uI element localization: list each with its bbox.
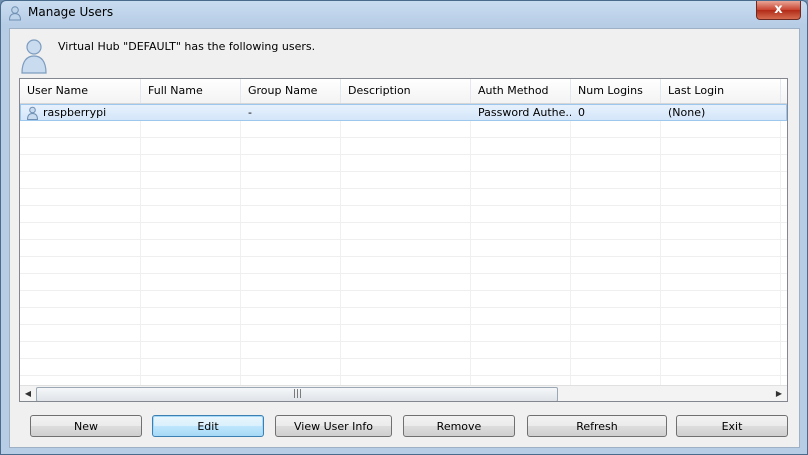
scroll-left-arrow-icon[interactable]: ◀ (20, 387, 36, 401)
header-message: Virtual Hub "DEFAULT" has the following … (58, 40, 316, 53)
list-item (20, 342, 787, 359)
title-bar[interactable]: Manage Users x (1, 1, 807, 25)
list-item (20, 189, 787, 206)
list-item (20, 274, 787, 291)
close-icon: x (774, 2, 783, 17)
cell-group-name: - (248, 106, 252, 119)
column-header-num-logins[interactable]: Num Logins (571, 79, 661, 103)
users-icon (21, 39, 47, 74)
list-item (20, 291, 787, 308)
users-list-view[interactable]: User Name Full Name Group Name Descripti… (19, 78, 788, 402)
list-item (20, 121, 787, 138)
refresh-button[interactable]: Refresh (527, 415, 667, 437)
list-header: User Name Full Name Group Name Descripti… (20, 79, 787, 104)
new-button[interactable]: New (30, 415, 142, 437)
column-header-user-name[interactable]: User Name (20, 79, 141, 103)
list-item (20, 359, 787, 376)
column-header-description[interactable]: Description (341, 79, 471, 103)
column-header-full-name[interactable]: Full Name (141, 79, 241, 103)
list-item (20, 172, 787, 189)
view-user-info-button[interactable]: View User Info (275, 415, 392, 437)
remove-button[interactable]: Remove (403, 415, 515, 437)
manage-users-window: Manage Users x Virtual Hub "DEFAULT" has… (0, 0, 808, 455)
list-rows: raspberrypi - Password Authe... 0 (None) (20, 104, 787, 386)
list-item (20, 155, 787, 172)
dialog-client-area: Virtual Hub "DEFAULT" has the following … (9, 28, 800, 448)
scrollbar-grip-icon: ||| (293, 389, 303, 399)
list-item (20, 223, 787, 240)
list-item (20, 257, 787, 274)
column-header-group-name[interactable]: Group Name (241, 79, 341, 103)
list-item (20, 308, 787, 325)
edit-button[interactable]: Edit (152, 415, 264, 437)
list-item (20, 240, 787, 257)
exit-button[interactable]: Exit (676, 415, 788, 437)
cell-auth-method: Password Authe... (478, 106, 571, 119)
window-title: Manage Users (28, 5, 114, 19)
column-header-last-login[interactable]: Last Login (661, 79, 781, 103)
list-item (20, 325, 787, 342)
horizontal-scrollbar[interactable]: ◀ ||| ▶ (20, 385, 787, 401)
cell-full-name (141, 105, 241, 122)
cell-user-name: raspberrypi (43, 106, 107, 119)
user-icon (8, 6, 22, 21)
list-item (20, 206, 787, 223)
column-header-auth-method[interactable]: Auth Method (471, 79, 571, 103)
cell-description (341, 105, 471, 122)
scrollbar-thumb[interactable]: ||| (36, 387, 558, 401)
table-row[interactable]: raspberrypi - Password Authe... 0 (None) (20, 104, 787, 121)
list-item (20, 138, 787, 155)
scroll-right-arrow-icon[interactable]: ▶ (771, 387, 787, 401)
close-button[interactable]: x (756, 1, 801, 20)
cell-last-login: (None) (668, 106, 706, 119)
cell-num-logins: 0 (578, 106, 585, 119)
